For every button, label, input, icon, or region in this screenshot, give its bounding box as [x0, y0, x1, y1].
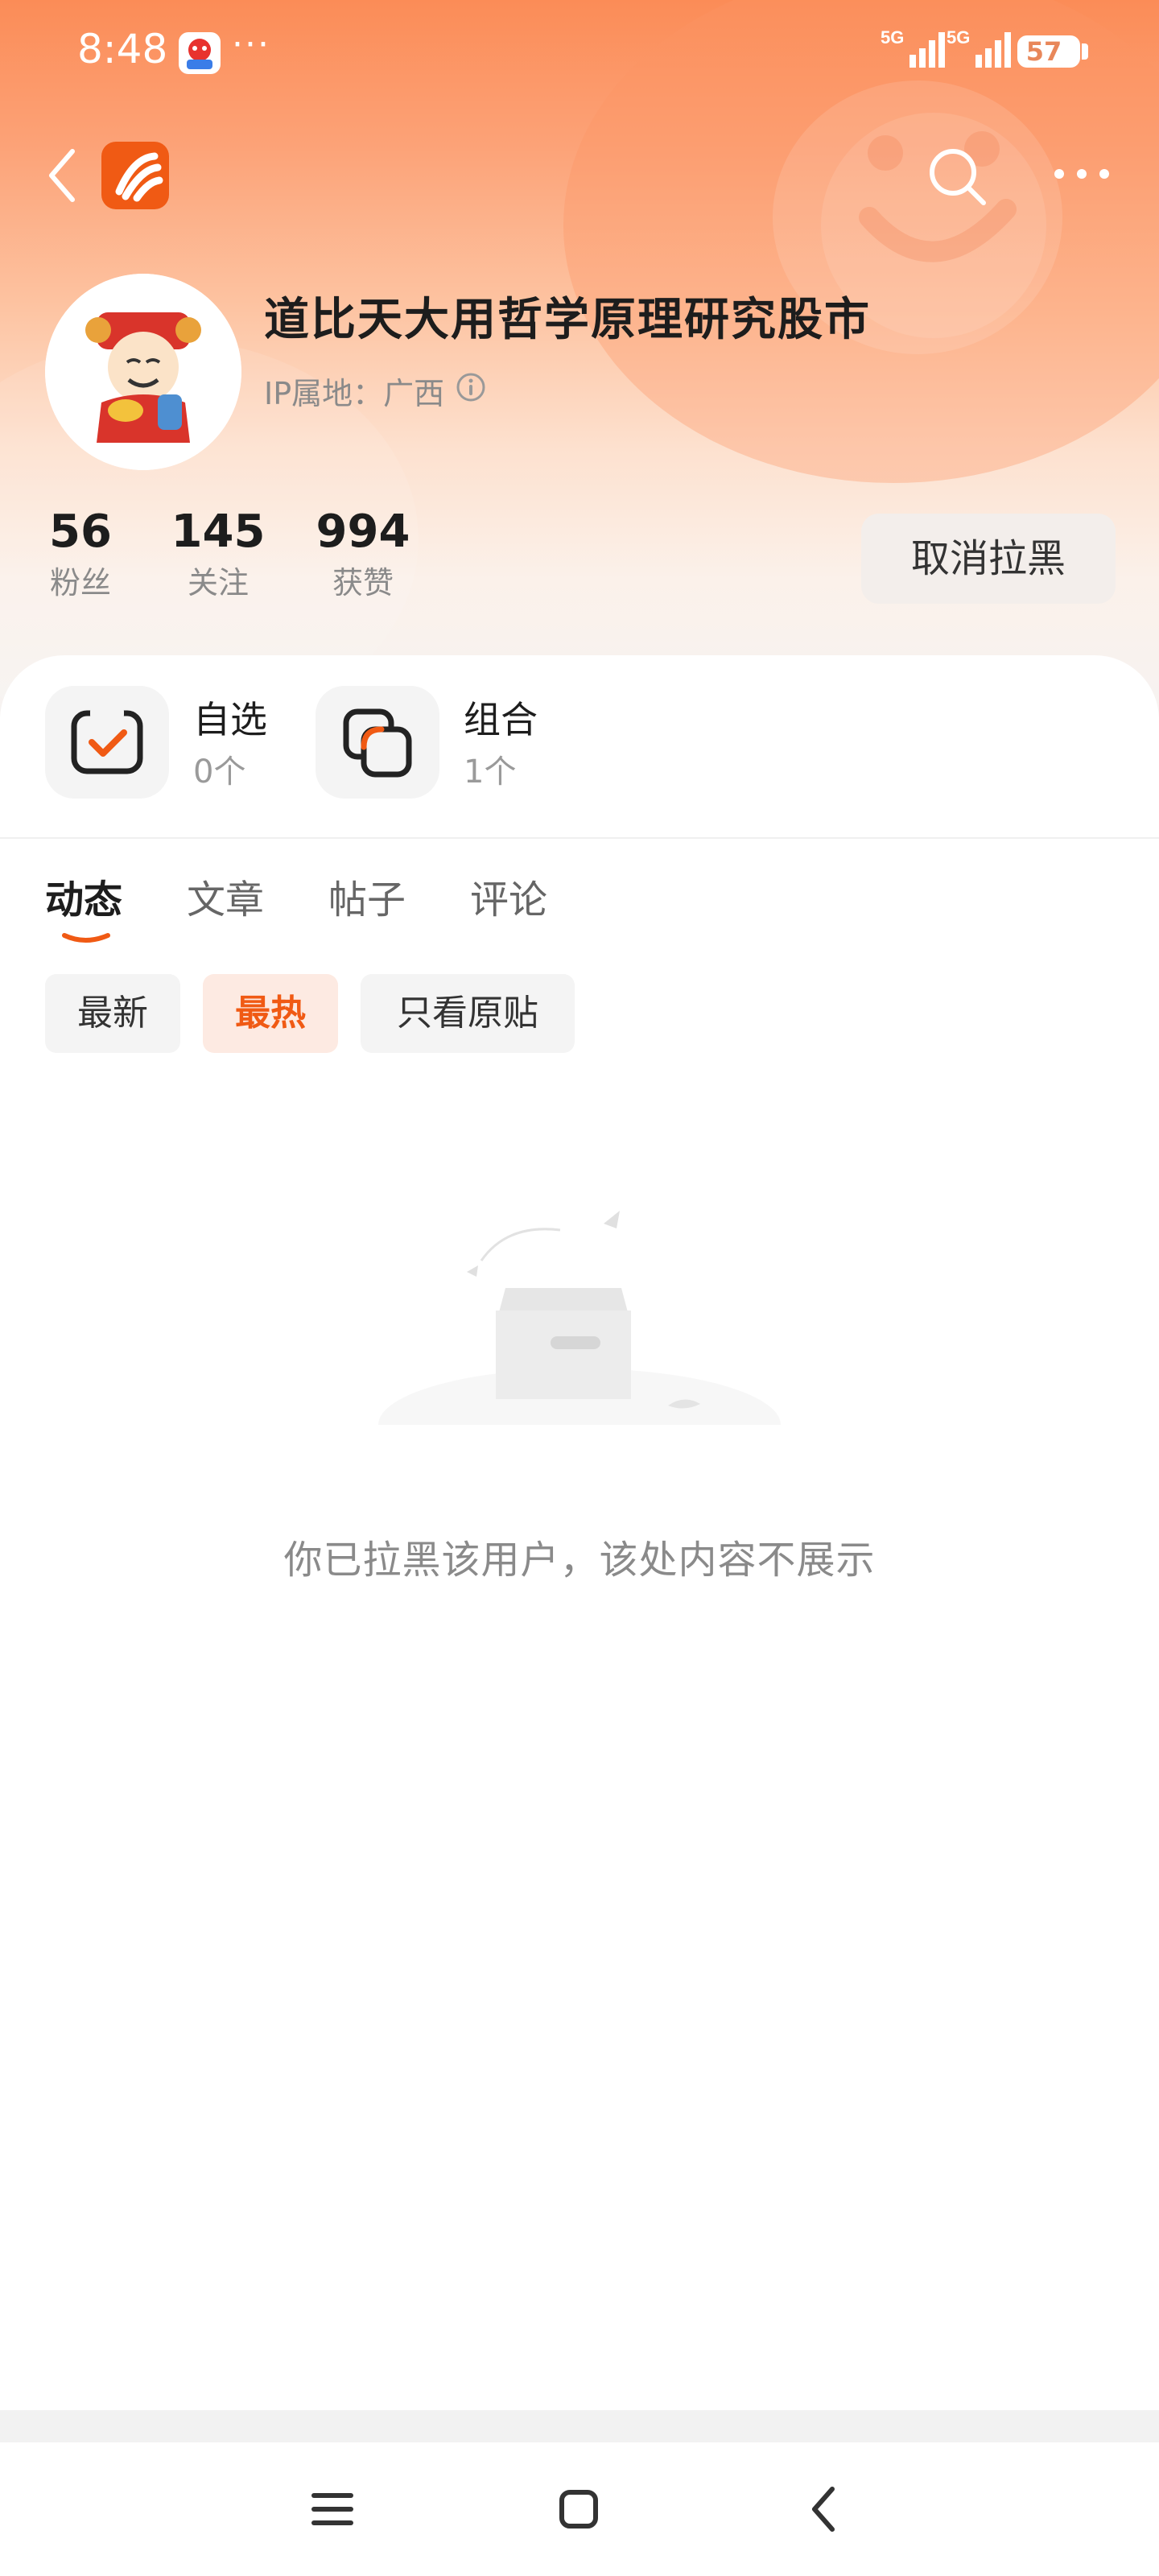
avatar[interactable]	[45, 274, 241, 470]
filter-hot-button[interactable]: 最热	[203, 974, 338, 1053]
search-icon	[930, 149, 986, 205]
tool-count: 0个	[193, 753, 246, 791]
stat-following[interactable]: 145 关注	[166, 506, 270, 602]
stat-value: 994	[316, 506, 410, 558]
tab-comments[interactable]: 评论	[470, 868, 547, 924]
chevron-left-icon	[49, 149, 75, 202]
tool-count: 1个	[464, 753, 517, 791]
divider	[0, 837, 1159, 839]
unblock-button[interactable]: 取消拉黑	[861, 514, 1116, 604]
stat-likes[interactable]: 994 获赞	[311, 506, 415, 602]
tool-title: 组合	[464, 698, 538, 741]
stat-label: 粉丝	[49, 565, 111, 601]
tab-posts[interactable]: 帖子	[328, 868, 406, 924]
signal-label: 5G	[881, 27, 904, 47]
tab-articles[interactable]: 文章	[187, 868, 264, 924]
portfolio-icon	[316, 686, 439, 799]
chevron-left-icon	[812, 2487, 835, 2532]
app-logo-icon[interactable]	[101, 142, 169, 209]
username: 道比天大用哲学原理研究股市	[264, 294, 871, 346]
notification-app-icon	[179, 32, 221, 74]
home-button[interactable]	[542, 2473, 615, 2545]
stat-value: 56	[49, 506, 112, 558]
filter-latest-button[interactable]: 最新	[45, 974, 180, 1053]
info-icon[interactable]	[456, 372, 486, 402]
tab-dynamics[interactable]: 动态	[45, 868, 122, 924]
stat-value: 145	[171, 506, 266, 558]
active-tab-indicator	[62, 933, 110, 943]
tool-portfolio[interactable]: 组合 1个	[316, 686, 581, 799]
stat-label: 关注	[187, 565, 249, 601]
filter-original-only-button[interactable]: 只看原贴	[361, 974, 575, 1053]
tool-watchlist[interactable]: 自选 0个	[45, 686, 311, 799]
empty-box-icon	[370, 1211, 789, 1465]
home-square-icon	[559, 2490, 598, 2529]
more-button[interactable]	[1050, 150, 1114, 198]
back-button[interactable]	[42, 143, 82, 208]
ip-location: IP属地：广西	[264, 376, 445, 411]
menu-lines-icon	[311, 2493, 353, 2525]
bottom-divider-strip	[0, 2410, 1159, 2442]
stat-label: 获赞	[332, 565, 394, 601]
avatar-caishen-icon	[45, 274, 241, 470]
battery-level: 57	[1025, 36, 1062, 67]
battery-tip	[1082, 43, 1088, 60]
watchlist-check-icon	[45, 686, 169, 799]
more-dots-icon	[1054, 169, 1109, 179]
tool-title: 自选	[193, 698, 267, 741]
search-button[interactable]	[924, 143, 990, 209]
recents-button[interactable]	[296, 2473, 369, 2545]
empty-state-message: 你已拉黑该用户，该处内容不展示	[283, 1538, 876, 1583]
signal-icon: 5G	[881, 27, 945, 76]
stat-followers[interactable]: 56 粉丝	[32, 506, 129, 602]
system-back-button[interactable]	[789, 2473, 861, 2545]
status-time: 8:48	[77, 26, 168, 72]
signal-label: 5G	[947, 27, 970, 47]
signal-icon: 5G	[947, 27, 1011, 76]
status-more-indicator: ···	[232, 24, 270, 65]
